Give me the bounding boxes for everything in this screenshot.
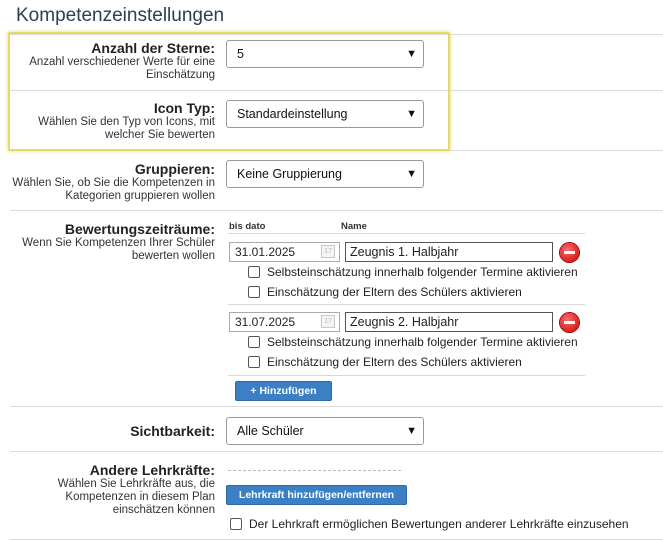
grouping-title: Gruppieren: [134, 161, 215, 177]
page-title: Kompetenzeinstellungen [16, 5, 225, 26]
grouping-description: Wählen Sie, ob Sie die Kompetenzen in Ka… [12, 177, 215, 202]
divider [10, 451, 663, 452]
teacher-list-placeholder [228, 470, 401, 471]
visibility-select-value: Alle Schüler [237, 424, 304, 438]
add-period-button[interactable]: + Hinzufügen [235, 381, 332, 401]
self-assessment-checkbox[interactable] [248, 336, 260, 348]
period-date-value: 31.07.2025 [235, 315, 296, 329]
periods-title: Bewertungszeiträume: [64, 221, 215, 237]
highlight-box [8, 32, 450, 151]
other-teachers-label-group: Andere Lehrkräfte: Wählen Sie Lehrkräfte… [10, 462, 215, 517]
view-other-ratings-checkbox[interactable] [230, 518, 242, 530]
calendar-icon[interactable]: 17 [321, 245, 335, 258]
self-assessment-label: Selbsteinschätzung innerhalb folgender T… [267, 265, 578, 279]
self-assessment-checkbox[interactable] [248, 266, 260, 278]
periods-label-group: Bewertungszeiträume: Wenn Sie Kompetenze… [10, 221, 215, 263]
calendar-icon[interactable]: 17 [321, 315, 335, 328]
period-separator [228, 233, 585, 234]
self-assessment-label: Selbsteinschätzung innerhalb folgender T… [267, 335, 578, 349]
divider [10, 210, 663, 211]
period-name-input[interactable]: Zeugnis 2. Halbjahr [345, 312, 553, 332]
column-header-date: bis dato [229, 221, 266, 232]
parents-assessment-checkbox[interactable] [248, 286, 260, 298]
visibility-title: Sichtbarkeit: [130, 423, 215, 439]
visibility-select[interactable]: Alle Schüler ▼ [226, 417, 424, 445]
add-remove-teacher-button[interactable]: Lehrkraft hinzufügen/entfernen [226, 485, 407, 505]
period-date-input[interactable]: 31.07.2025 17 [229, 312, 340, 332]
other-teachers-title: Andere Lehrkräfte: [89, 462, 215, 478]
grouping-select-value: Keine Gruppierung [237, 167, 342, 181]
parents-assessment-label: Einschätzung der Eltern des Schülers akt… [267, 355, 522, 369]
period-name-input[interactable]: Zeugnis 1. Halbjahr [345, 242, 553, 262]
visibility-label-group: Sichtbarkeit: [10, 423, 215, 439]
period-separator [228, 304, 585, 305]
period-separator [228, 375, 585, 376]
chevron-down-icon: ▼ [406, 168, 417, 180]
delete-icon[interactable] [560, 313, 579, 332]
parents-assessment-label: Einschätzung der Eltern des Schülers akt… [267, 285, 522, 299]
delete-icon[interactable] [560, 243, 579, 262]
chevron-down-icon: ▼ [406, 425, 417, 437]
parents-assessment-checkbox[interactable] [248, 356, 260, 368]
divider [10, 406, 663, 407]
other-teachers-description: Wählen Sie Lehrkräfte aus, die Kompetenz… [57, 478, 215, 516]
periods-description: Wenn Sie Kompetenzen Ihrer Schüler bewer… [22, 237, 215, 262]
period-date-value: 31.01.2025 [235, 245, 296, 259]
divider [10, 539, 663, 540]
grouping-select[interactable]: Keine Gruppierung ▼ [226, 160, 424, 188]
view-other-ratings-label: Der Lehrkraft ermöglichen Bewertungen an… [249, 517, 629, 531]
period-date-input[interactable]: 31.01.2025 17 [229, 242, 340, 262]
grouping-label-group: Gruppieren: Wählen Sie, ob Sie die Kompe… [10, 161, 215, 203]
column-header-name: Name [341, 221, 367, 232]
